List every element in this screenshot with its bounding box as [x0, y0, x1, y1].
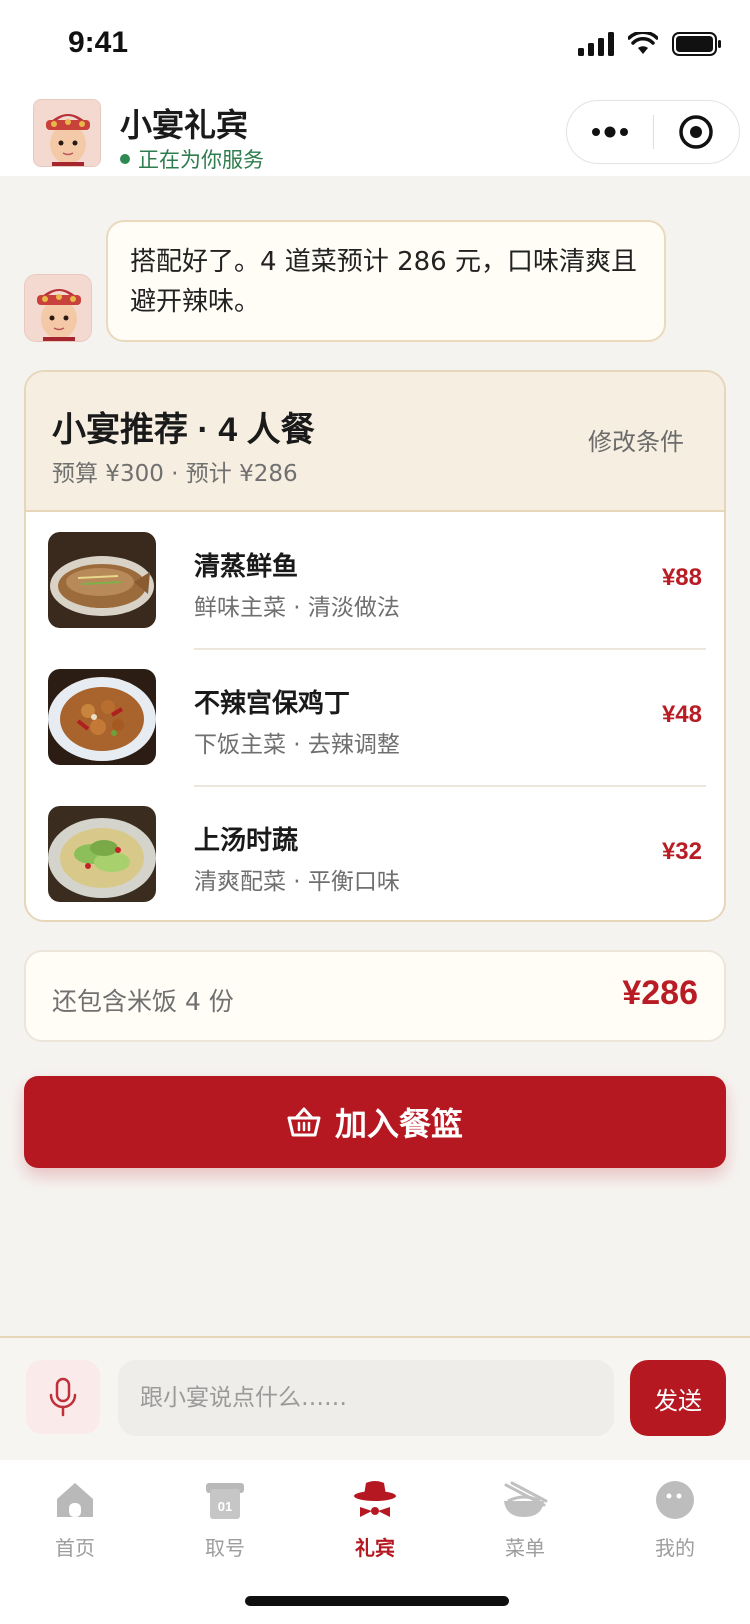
dish-desc: 鲜味主菜 · 清淡做法 — [194, 595, 400, 621]
app-header: 小宴礼宾 正在为你服务 — [0, 90, 750, 176]
status-icons — [578, 30, 722, 58]
add-to-basket-button[interactable]: 加入餐篮 — [24, 1076, 726, 1168]
summary-note: 还包含米饭 4 份 — [52, 987, 234, 1016]
signal-icon — [578, 32, 614, 56]
dish-item[interactable]: 清蒸鲜鱼 鲜味主菜 · 清淡做法 ¥88 — [48, 512, 706, 648]
status-time: 9:41 — [68, 26, 129, 59]
status-bar: 9:41 — [0, 0, 750, 90]
dish-name: 清蒸鲜鱼 — [194, 551, 299, 581]
svg-text:01: 01 — [218, 1499, 232, 1514]
edit-conditions-button[interactable]: 修改条件 — [588, 422, 684, 457]
tab-ticket[interactable]: 01 取号 — [170, 1474, 280, 1570]
tab-concierge[interactable]: 礼宾 — [320, 1474, 430, 1570]
recommendation-subtitle: 预算 ¥300 · 预计 ¥286 — [52, 461, 298, 487]
home-indicator — [245, 1596, 509, 1606]
online-dot — [120, 154, 130, 164]
dish-image-kung-pao-chicken — [48, 669, 156, 765]
microphone-icon — [49, 1377, 77, 1417]
close-target-button[interactable] — [654, 101, 740, 163]
tab-home-label: 首页 — [55, 1536, 95, 1560]
target-icon — [679, 115, 713, 149]
dish-image-greens-in-broth — [48, 806, 156, 902]
mini-program-capsule — [566, 100, 740, 164]
dish-price: ¥48 — [661, 701, 702, 728]
concierge-avatar — [33, 99, 101, 167]
tab-profile[interactable]: 我的 — [620, 1474, 730, 1570]
chat-avatar — [24, 274, 92, 342]
dish-item[interactable]: 不辣宫保鸡丁 下饭主菜 · 去辣调整 ¥48 — [48, 649, 706, 785]
chat-input-bar: 发送 — [0, 1336, 750, 1460]
ticket-icon: 01 — [206, 1483, 244, 1519]
basket-icon — [287, 1107, 321, 1137]
recommendation-header: 小宴推荐 · 4 人餐 预算 ¥300 · 预计 ¥286 修改条件 — [26, 372, 724, 512]
more-button[interactable] — [567, 101, 653, 163]
profile-icon — [656, 1481, 694, 1519]
message-input[interactable] — [118, 1360, 614, 1436]
dish-price: ¥88 — [661, 564, 702, 591]
tab-concierge-label: 礼宾 — [355, 1536, 395, 1560]
chat-bubble: 搭配好了。4 道菜预计 286 元，口味清爽且避开辣味。 — [106, 220, 666, 342]
wifi-icon — [628, 32, 658, 54]
tab-profile-label: 我的 — [655, 1536, 695, 1560]
send-button[interactable]: 发送 — [630, 1360, 726, 1436]
recommendation-title: 小宴推荐 · 4 人餐 — [52, 411, 315, 449]
more-dots-icon — [591, 126, 628, 138]
bowl-icon — [504, 1481, 548, 1517]
tab-menu-label: 菜单 — [505, 1536, 545, 1560]
dish-name: 不辣宫保鸡丁 — [194, 688, 351, 718]
recommendation-card: 小宴推荐 · 4 人餐 预算 ¥300 · 预计 ¥286 修改条件 清蒸鲜鱼 … — [24, 370, 726, 922]
battery-icon — [672, 32, 721, 56]
summary-total: ¥286 — [622, 974, 698, 1012]
tab-menu[interactable]: 菜单 — [470, 1474, 580, 1570]
dish-desc: 清爽配菜 · 平衡口味 — [194, 869, 400, 895]
tab-home[interactable]: 首页 — [20, 1474, 130, 1570]
dish-desc: 下饭主菜 · 去辣调整 — [194, 732, 400, 758]
dish-image-steamed-fish — [48, 532, 156, 628]
page-title: 小宴礼宾 — [120, 107, 249, 143]
voice-input-button[interactable] — [26, 1360, 100, 1434]
online-status-text: 正在为你服务 — [138, 148, 264, 172]
home-icon — [57, 1483, 93, 1517]
dish-price: ¥32 — [661, 838, 702, 865]
order-summary: 还包含米饭 4 份 ¥286 — [24, 950, 726, 1042]
add-to-basket-label: 加入餐篮 — [334, 1106, 463, 1142]
concierge-icon — [354, 1481, 396, 1517]
tab-ticket-label: 取号 — [205, 1536, 245, 1560]
dish-name: 上汤时蔬 — [194, 825, 299, 855]
dish-item[interactable]: 上汤时蔬 清爽配菜 · 平衡口味 ¥32 — [48, 786, 706, 920]
online-status: 正在为你服务 — [120, 144, 264, 174]
